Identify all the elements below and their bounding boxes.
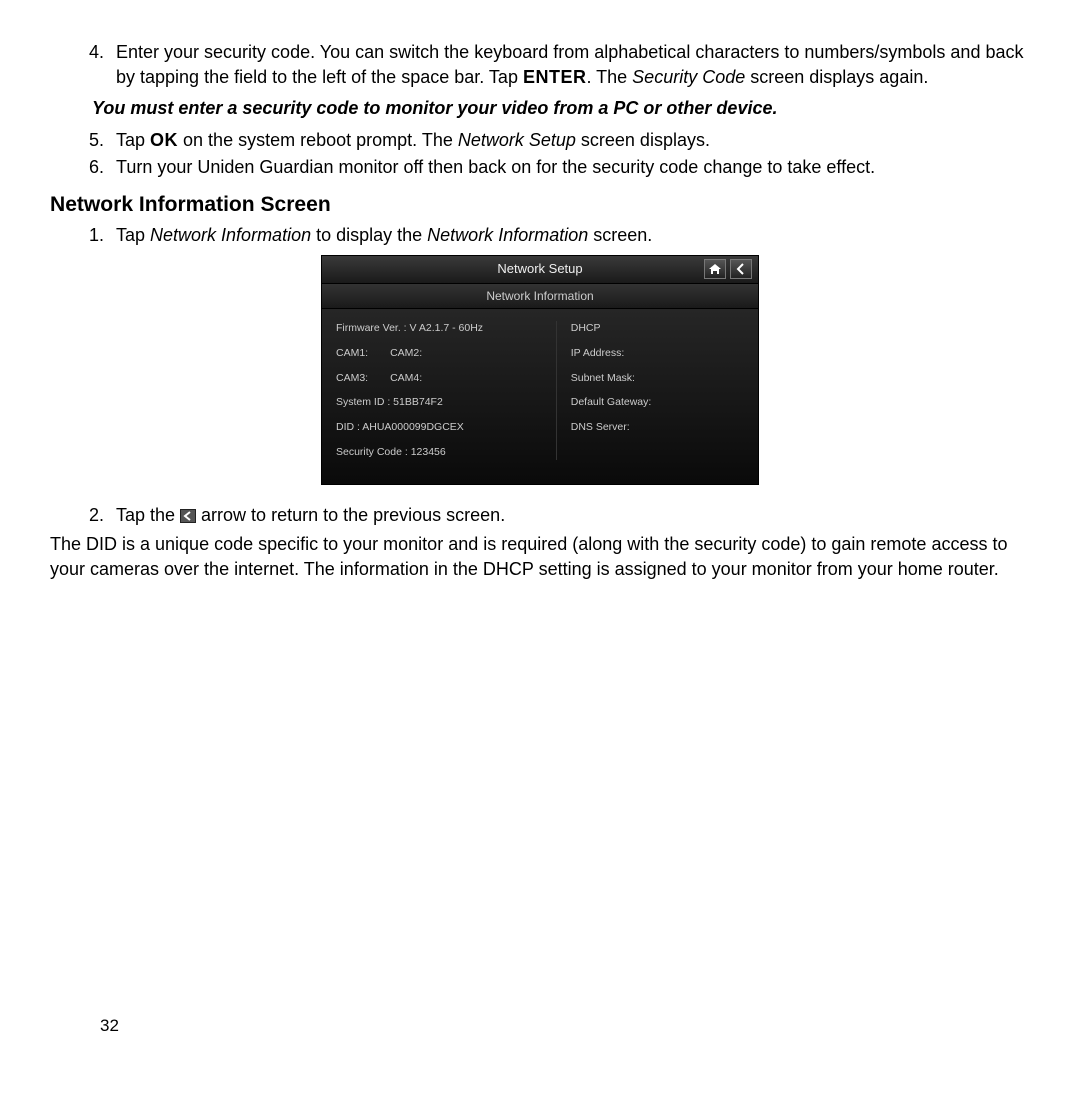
ip-address-label: IP Address: xyxy=(571,346,744,361)
default-gateway-label: Default Gateway: xyxy=(571,395,744,410)
dhcp-label: DHCP xyxy=(571,321,744,336)
network-info-heading: Network Information Screen xyxy=(50,190,1030,219)
subnet-mask-label: Subnet Mask: xyxy=(571,371,744,386)
cam1-label: CAM1: xyxy=(336,346,368,361)
list-item-1: 1. Tap Network Information to display th… xyxy=(82,223,1030,248)
network-information-screen-name: Network Information xyxy=(427,225,588,245)
cam3-label: CAM3: xyxy=(336,371,368,386)
list-item-6: 6. Turn your Uniden Guardian monitor off… xyxy=(82,155,1030,180)
instruction-list-2: 1. Tap Network Information to display th… xyxy=(50,223,1030,248)
instruction-list-2b: 2. Tap the arrow to return to the previo… xyxy=(50,503,1030,528)
cam4-label: CAM4: xyxy=(390,371,422,386)
instruction-list-1: 4. Enter your security code. You can swi… xyxy=(50,40,1030,90)
device-title-bar: Network Setup xyxy=(322,256,758,284)
item-number: 4. xyxy=(82,40,116,90)
enter-key-label: ENTER xyxy=(523,67,587,87)
item-number: 2. xyxy=(82,503,116,528)
back-arrow-icon xyxy=(180,509,196,523)
security-code-value: Security Code : 123456 xyxy=(336,445,548,460)
info-right-column: DHCP IP Address: Subnet Mask: Default Ga… xyxy=(556,321,744,459)
item-text: Tap OK on the system reboot prompt. The … xyxy=(116,128,1030,153)
did-value: DID : AHUA000099DGCEX xyxy=(336,420,548,435)
item-number: 5. xyxy=(82,128,116,153)
dns-server-label: DNS Server: xyxy=(571,420,744,435)
device-subtitle: Network Information xyxy=(322,284,758,310)
item-text: Tap Network Information to display the N… xyxy=(116,223,1030,248)
item-text: Enter your security code. You can switch… xyxy=(116,40,1030,90)
ok-label: OK xyxy=(150,130,178,150)
list-item-2: 2. Tap the arrow to return to the previo… xyxy=(82,503,1030,528)
device-title: Network Setup xyxy=(497,260,582,278)
device-body: Firmware Ver. : V A2.1.7 - 60Hz CAM1: CA… xyxy=(322,309,758,483)
firmware-version: Firmware Ver. : V A2.1.7 - 60Hz xyxy=(336,321,548,336)
network-information-label: Network Information xyxy=(150,225,311,245)
network-info-screen: Network Setup Network Information Firmwa… xyxy=(321,255,759,485)
list-item-5: 5. Tap OK on the system reboot prompt. T… xyxy=(82,128,1030,153)
home-icon[interactable] xyxy=(704,259,726,279)
info-left-column: Firmware Ver. : V A2.1.7 - 60Hz CAM1: CA… xyxy=(336,321,548,459)
instruction-list-1b: 5. Tap OK on the system reboot prompt. T… xyxy=(50,128,1030,180)
security-code-screen-name: Security Code xyxy=(632,67,745,87)
page-number: 32 xyxy=(100,1014,119,1038)
network-setup-screen-name: Network Setup xyxy=(458,130,576,150)
list-item-4: 4. Enter your security code. You can swi… xyxy=(82,40,1030,90)
item-text: Tap the arrow to return to the previous … xyxy=(116,503,1030,528)
device-screenshot: Network Setup Network Information Firmwa… xyxy=(50,255,1030,485)
item-number: 1. xyxy=(82,223,116,248)
cam2-label: CAM2: xyxy=(390,346,422,361)
back-icon[interactable] xyxy=(730,259,752,279)
item-text: Turn your Uniden Guardian monitor off th… xyxy=(116,155,1030,180)
system-id: System ID : 51BB74F2 xyxy=(336,395,548,410)
item-number: 6. xyxy=(82,155,116,180)
did-explanation-paragraph: The DID is a unique code specific to you… xyxy=(50,532,1030,582)
security-code-note: You must enter a security code to monito… xyxy=(92,96,1030,121)
